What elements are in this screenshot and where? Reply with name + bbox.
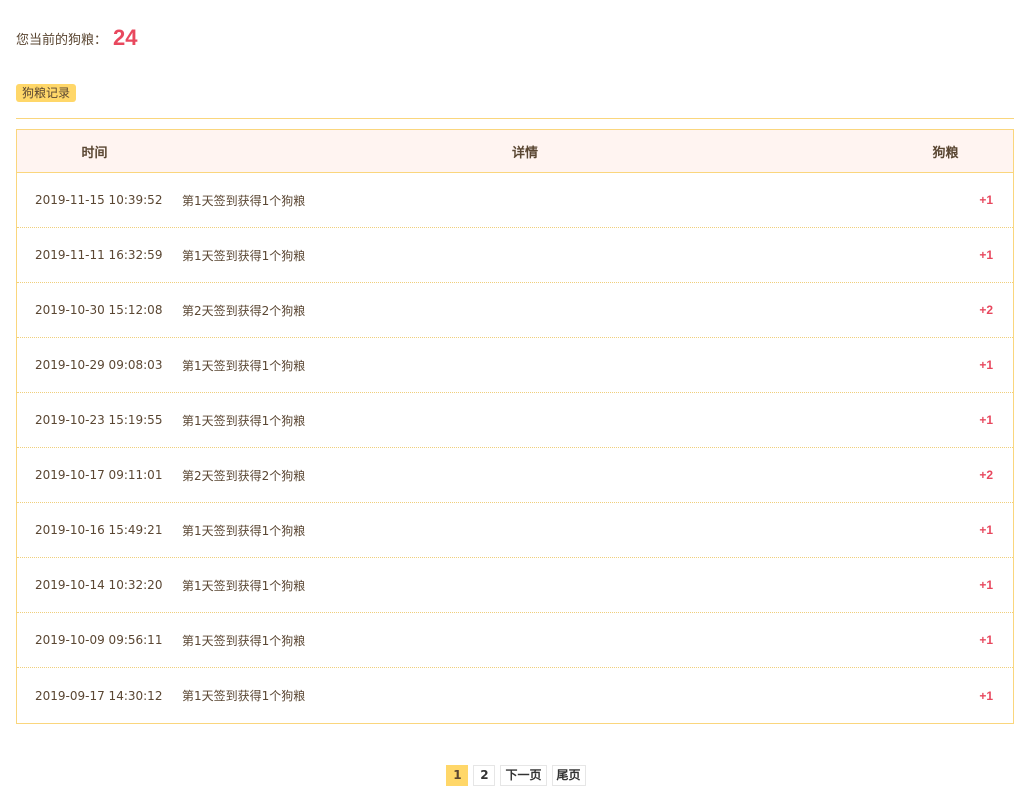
page-button-1[interactable]: 1 [446,765,469,786]
row-points: +2 [979,303,993,317]
row-detail: 第1天签到获得1个狗粮 [182,248,306,263]
row-time: 2019-10-16 15:49:21 [35,523,163,537]
row-detail: 第2天签到获得2个狗粮 [182,468,306,483]
row-points: +1 [979,358,993,372]
column-header-detail: 详情 [511,145,538,161]
row-points: +1 [979,193,993,207]
row-detail: 第1天签到获得1个狗粮 [182,413,306,428]
tab-points-records[interactable]: 狗粮记录 [16,84,77,102]
row-time: 2019-10-14 10:32:20 [35,578,163,592]
balance-summary: 您当前的狗粮： 24 [16,24,138,52]
row-time: 2019-10-17 09:11:01 [35,468,163,482]
row-time: 2019-10-23 15:19:55 [35,413,163,427]
row-time: 2019-09-17 14:30:12 [35,688,163,703]
row-detail: 第1天签到获得1个狗粮 [182,578,306,593]
table-row: 2019-10-14 10:32:20 第1天签到获得1个狗粮 +1 [17,558,1013,613]
row-time: 2019-11-11 16:32:59 [35,248,163,262]
column-header-points: 狗粮 [932,145,959,161]
row-detail: 第1天签到获得1个狗粮 [182,358,306,373]
table-row: 2019-10-09 09:56:11 第1天签到获得1个狗粮 +1 [17,613,1013,668]
next-page-button[interactable]: 下一页 [500,765,547,786]
table-body: 2019-11-15 10:39:52 第1天签到获得1个狗粮 +1 2019-11-… [17,173,1013,723]
row-points: +1 [979,578,993,592]
table-row: 2019-10-23 15:19:55 第1天签到获得1个狗粮 +1 [17,393,1013,448]
row-detail: 第1天签到获得1个狗粮 [182,689,306,703]
row-points: +1 [979,523,993,537]
row-detail: 第1天签到获得1个狗粮 [182,523,306,538]
table-row: 2019-10-17 09:11:01 第2天签到获得2个狗粮 +2 [17,448,1013,503]
row-time: 2019-10-29 09:08:03 [35,358,163,372]
balance-label: 您当前的狗粮： [16,32,108,48]
column-header-time: 时间 [81,145,108,161]
page-button-2[interactable]: 2 [473,765,496,786]
table-header: 时间 详情 狗粮 [17,130,1013,173]
row-detail: 第1天签到获得1个狗粮 [182,193,306,208]
row-time: 2019-10-09 09:56:11 [35,633,163,647]
row-points: +1 [979,248,993,262]
row-detail: 第2天签到获得2个狗粮 [182,303,306,318]
pagination: 1 2 下一页 尾页 [0,765,1032,786]
row-points: +1 [979,633,993,647]
balance-value: 24 [113,25,138,50]
row-time: 2019-10-30 15:12:08 [35,303,163,317]
row-points: +1 [979,688,993,703]
table-row: 2019-11-15 10:39:52 第1天签到获得1个狗粮 +1 [17,173,1013,228]
table-row: 2019-09-17 14:30:12 第1天签到获得1个狗粮 +1 [17,668,1013,723]
table-row: 2019-11-11 16:32:59 第1天签到获得1个狗粮 +1 [17,228,1013,283]
table-row: 2019-10-30 15:12:08 第2天签到获得2个狗粮 +2 [17,283,1013,338]
points-records-table: 时间 详情 狗粮 2019-11-15 10:39:52 第1天签到获得1个狗粮 +… [16,129,1014,724]
row-detail: 第1天签到获得1个狗粮 [182,633,306,648]
divider [16,118,1014,119]
row-points: +1 [979,413,993,427]
last-page-button[interactable]: 尾页 [551,765,586,786]
row-points: +2 [979,468,993,482]
row-time: 2019-11-15 10:39:52 [35,193,163,207]
table-row: 2019-10-29 09:08:03 第1天签到获得1个狗粮 +1 [17,338,1013,393]
table-row: 2019-10-16 15:49:21 第1天签到获得1个狗粮 +1 [17,503,1013,558]
